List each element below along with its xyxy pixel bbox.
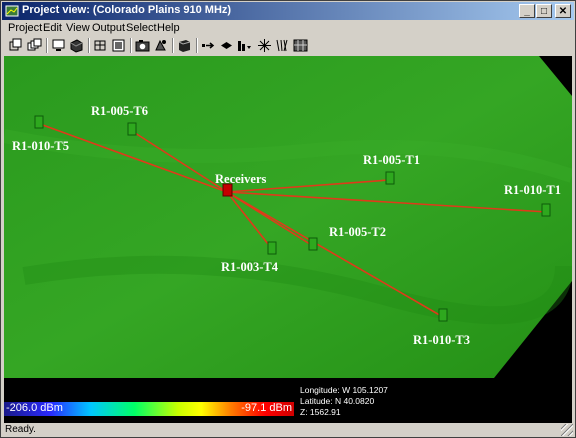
transmitter-marker[interactable] [541, 203, 551, 217]
toolbar-separator [130, 38, 132, 53]
menu-bar: Project Edit View Output Select Help [2, 21, 574, 35]
tile-windows-icon[interactable] [26, 37, 43, 54]
legend-min-label: -206.0 dBm [6, 402, 63, 414]
diamond-move-icon[interactable] [218, 37, 235, 54]
transmitter-marker[interactable] [127, 122, 137, 136]
transmitter-marker[interactable] [267, 241, 277, 255]
transmitter-label-t2: R1-005-T2 [329, 225, 386, 239]
coordinate-readout: Longitude: W 105.1207 Latitude: N 40.082… [300, 385, 388, 418]
grid-icon[interactable] [292, 37, 309, 54]
toolbar-separator [196, 38, 198, 53]
maximize-button[interactable]: □ [536, 4, 552, 18]
toolbar [2, 36, 574, 55]
resize-grip[interactable] [561, 424, 573, 436]
camera-icon[interactable] [134, 37, 151, 54]
sparkle-icon[interactable] [256, 37, 273, 54]
toolbar-separator [88, 38, 90, 53]
transmitter-marker[interactable] [385, 171, 395, 185]
legend-max-label: -97.1 dBm [241, 402, 292, 414]
menu-project[interactable]: Project [8, 22, 42, 34]
solid-box-icon[interactable] [176, 37, 193, 54]
toolbar-separator [172, 38, 174, 53]
longitude-readout: Longitude: W 105.1207 [300, 385, 388, 395]
arrow-right-icon[interactable] [200, 37, 217, 54]
minimize-button[interactable]: _ [519, 4, 535, 18]
signal-color-legend: -206.0 dBm -97.1 dBm [4, 402, 294, 416]
project-view-window: Project view: (Colorado Plains 910 MHz) … [0, 0, 576, 438]
transmitter-label-t5: R1-010-T5 [12, 139, 69, 153]
status-text: Ready. [5, 424, 36, 435]
transmitter-label-t4: R1-003-T4 [221, 260, 278, 274]
monitor-icon[interactable] [50, 37, 67, 54]
transmitter-marker[interactable] [34, 115, 44, 129]
transmitter-label-t6: R1-005-T6 [91, 104, 148, 118]
transmitter-label-t1a: R1-005-T1 [363, 153, 420, 167]
3d-viewport[interactable]: Receivers R1-010-T5 R1-005-T6 R1-005-T1 … [4, 56, 572, 423]
title-bar: Project view: (Colorado Plains 910 MHz) … [2, 2, 574, 20]
window-title: Project view: (Colorado Plains 910 MHz) [22, 4, 232, 16]
status-bar: Ready. [2, 423, 574, 437]
terrain-scene [4, 56, 572, 378]
receiver-label: Receivers [215, 172, 267, 186]
menu-edit[interactable]: Edit [43, 22, 62, 34]
wireframe-icon[interactable] [92, 37, 109, 54]
altitude-readout: Z: 1562.91 [300, 407, 341, 417]
bar-dropdown-icon[interactable] [236, 37, 253, 54]
close-button[interactable]: ✕ [555, 4, 571, 18]
toolbar-separator [46, 38, 48, 53]
menu-view[interactable]: View [66, 22, 90, 34]
menu-output[interactable]: Output [92, 22, 125, 34]
transmitter-label-t1b: R1-010-T1 [504, 183, 561, 197]
ray-trace-icon[interactable] [274, 37, 291, 54]
copy-window-icon[interactable] [7, 37, 24, 54]
layers-icon[interactable] [110, 37, 127, 54]
menu-help[interactable]: Help [157, 22, 180, 34]
transmitter-label-t3: R1-010-T3 [413, 333, 470, 347]
transmitter-marker[interactable] [308, 237, 318, 251]
solid-view-icon[interactable] [68, 37, 85, 54]
transmitter-marker[interactable] [438, 308, 448, 322]
terrain-surface [4, 56, 572, 378]
latitude-readout: Latitude: N 40.0820 [300, 396, 375, 406]
menu-select[interactable]: Select [126, 22, 157, 34]
app-icon [5, 5, 19, 17]
render-icon[interactable] [152, 37, 169, 54]
